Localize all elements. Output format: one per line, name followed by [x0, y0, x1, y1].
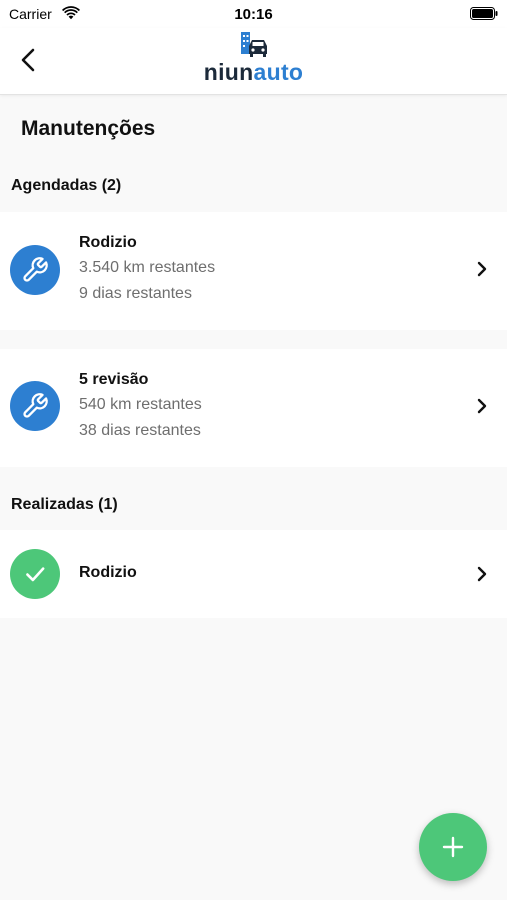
app-logo: niunauto	[0, 32, 507, 88]
plus-icon	[442, 836, 464, 858]
wrench-icon	[23, 393, 48, 418]
maintenance-days-remaining: 38 dias restantes	[79, 422, 201, 439]
maintenance-icon-circle	[10, 381, 60, 431]
section-title-completed: Realizadas (1)	[11, 496, 118, 513]
battery-icon	[470, 7, 498, 20]
chevron-right-icon	[477, 566, 487, 582]
logo-wordmark: niunauto	[0, 60, 507, 84]
maintenance-card-scheduled[interactable]: 5 revisão 540 km restantes 38 dias resta…	[0, 349, 507, 467]
maintenance-icon-circle	[10, 245, 60, 295]
maintenance-title: 5 revisão	[79, 371, 149, 388]
logo-text-niun: niun	[203, 59, 254, 85]
maintenance-km-remaining: 3.540 km restantes	[79, 259, 216, 276]
maintenance-days-remaining: 9 dias restantes	[79, 285, 192, 302]
completed-icon-circle	[10, 549, 60, 599]
maintenance-title: Rodizio	[79, 234, 137, 251]
maintenance-km-remaining: 540 km restantes	[79, 396, 202, 413]
logo-text-auto: auto	[253, 59, 304, 85]
maintenance-title: Rodizio	[79, 564, 137, 581]
logo-building-car-icon	[240, 32, 267, 57]
maintenance-card-scheduled[interactable]: Rodizio 3.540 km restantes 9 dias restan…	[0, 212, 507, 330]
page-title: Manutenções	[21, 117, 156, 140]
maintenance-card-completed[interactable]: Rodizio	[0, 530, 507, 618]
wrench-icon	[23, 257, 48, 282]
chevron-right-icon	[477, 398, 487, 414]
status-bar: Carrier 10:16	[0, 0, 507, 28]
navigation-bar: niunauto	[0, 28, 507, 95]
add-maintenance-button[interactable]	[419, 813, 487, 881]
chevron-right-icon	[477, 261, 487, 277]
clock: 10:16	[234, 6, 273, 23]
check-icon	[26, 567, 45, 582]
section-title-scheduled: Agendadas (2)	[11, 177, 122, 194]
